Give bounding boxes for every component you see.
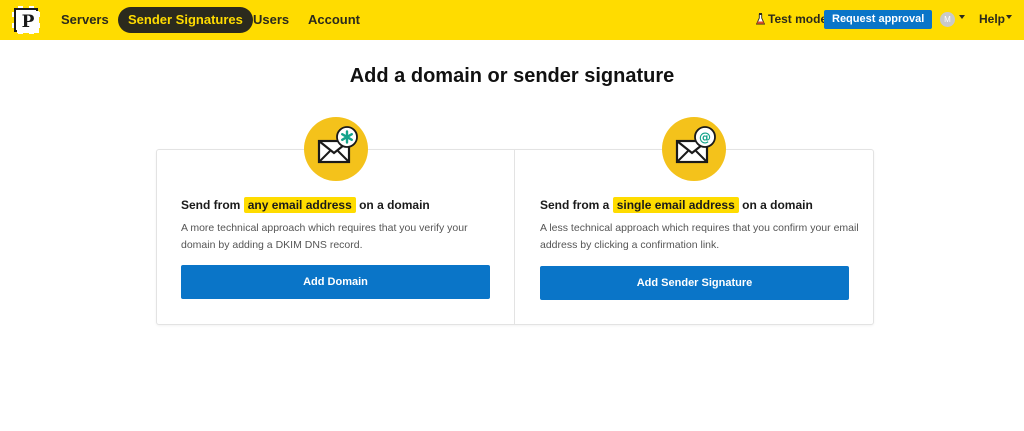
nav-users[interactable]: Users [253, 12, 289, 28]
nav-servers[interactable]: Servers [61, 12, 109, 28]
request-approval-button[interactable]: Request approval [824, 10, 933, 29]
test-mode-indicator[interactable]: Test mode [756, 12, 827, 26]
signature-option-heading: Send from a single email address on a do… [540, 196, 813, 214]
logo-letter: P [17, 11, 39, 33]
flask-icon [756, 13, 765, 25]
signature-heading-post: on a domain [742, 198, 813, 212]
signature-option-description: A less technical approach which requires… [540, 222, 859, 251]
test-mode-label: Test mode [768, 12, 828, 26]
domain-heading-highlight: any email address [243, 197, 356, 213]
postmark-logo[interactable]: P [12, 6, 40, 34]
add-sender-signature-button[interactable]: Add Sender Signature [540, 266, 849, 300]
domain-heading-pre: Send from [181, 198, 241, 212]
signature-heading-pre: Send from a [540, 198, 610, 212]
top-nav-bar: P Servers Sender Signatures Users Accoun… [0, 0, 1024, 40]
domain-heading-post: on a domain [359, 198, 430, 212]
chevron-down-icon[interactable] [959, 15, 965, 19]
chevron-down-icon[interactable] [1006, 15, 1012, 19]
domain-option-description: A more technical approach which requires… [181, 222, 468, 251]
page-title: Add a domain or sender signature [349, 65, 675, 87]
add-domain-button[interactable]: Add Domain [181, 265, 490, 299]
nav-sender-signatures[interactable]: Sender Signatures [118, 7, 253, 33]
envelope-asterisk-icon [304, 117, 368, 181]
avatar[interactable]: M [940, 12, 955, 27]
envelope-at-icon: @ [662, 117, 726, 181]
help-menu[interactable]: Help [979, 12, 1005, 26]
nav-account[interactable]: Account [308, 12, 360, 28]
domain-option-heading: Send from any email address on a domain [181, 196, 430, 214]
card-divider [514, 149, 515, 325]
svg-text:@: @ [699, 131, 711, 145]
signature-heading-highlight: single email address [612, 197, 739, 213]
